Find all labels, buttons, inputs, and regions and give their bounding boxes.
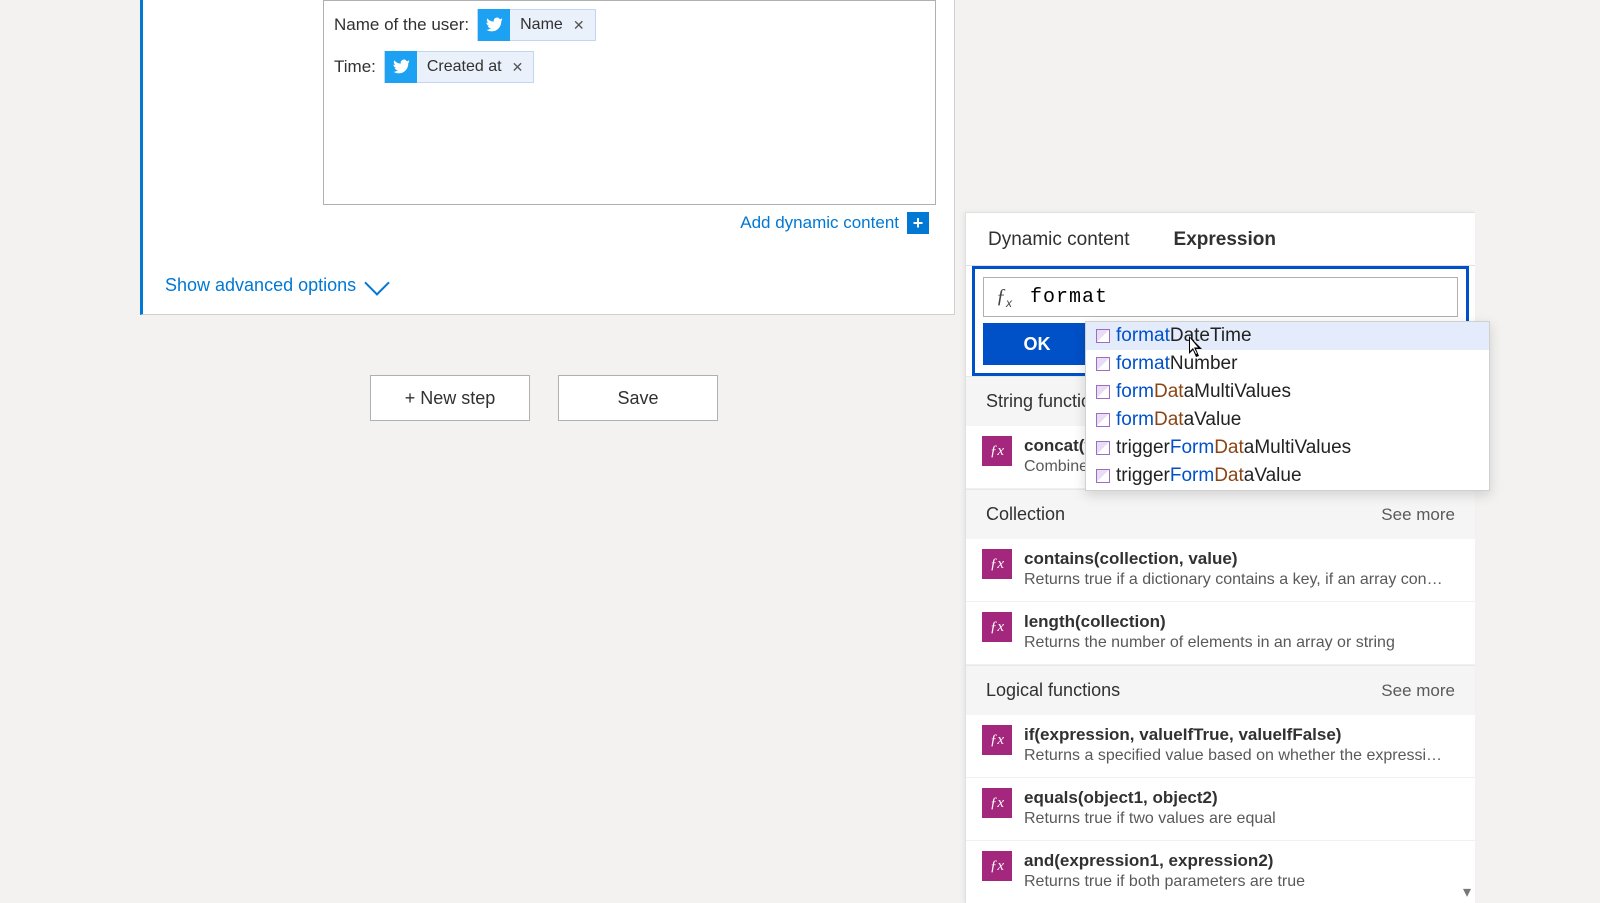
token-created-at[interactable]: Created at ✕ xyxy=(384,51,534,83)
show-advanced-options[interactable]: Show advanced options xyxy=(165,275,954,296)
ac-triggerformdatamultivalues[interactable]: triggerFormDataMultiValues xyxy=(1086,434,1489,462)
panel-tabs: Dynamic content Expression xyxy=(966,213,1475,266)
save-button[interactable]: Save xyxy=(558,375,718,421)
field-name-row: Name of the user: Name ✕ xyxy=(334,9,925,41)
token-label: Created at xyxy=(427,58,502,76)
expression-input[interactable] xyxy=(1024,286,1457,309)
expression-panel: Dynamic content Expression ƒx OK String … xyxy=(965,212,1475,903)
ac-triggerformdatavalue[interactable]: triggerFormDataValue xyxy=(1086,462,1489,490)
cube-icon xyxy=(1096,385,1110,399)
cube-icon xyxy=(1096,357,1110,371)
cube-icon xyxy=(1096,469,1110,483)
expression-autocomplete: formatDateTime formatNumber formDataMult… xyxy=(1085,321,1490,491)
twitter-icon xyxy=(478,9,510,41)
chevron-down-icon xyxy=(364,270,389,295)
ac-formatnumber[interactable]: formatNumber xyxy=(1086,350,1489,378)
name-label: Name of the user: xyxy=(334,15,469,35)
section-logical-functions: Logical functions See more xyxy=(966,665,1475,715)
ok-button[interactable]: OK xyxy=(983,323,1091,365)
fx-icon: ƒx xyxy=(982,549,1012,579)
fx-icon: ƒx xyxy=(984,285,1024,310)
token-name[interactable]: Name ✕ xyxy=(477,9,595,41)
cube-icon xyxy=(1096,329,1110,343)
field-time-row: Time: Created at ✕ xyxy=(334,51,925,83)
fx-icon: ƒx xyxy=(982,788,1012,818)
fx-icon: ƒx xyxy=(982,725,1012,755)
twitter-icon xyxy=(385,51,417,83)
scrollbar-down-icon[interactable]: ▾ xyxy=(1460,885,1474,899)
fn-contains[interactable]: ƒx contains(collection, value) Returns t… xyxy=(966,539,1475,602)
expression-input-wrap[interactable]: ƒx xyxy=(983,277,1458,317)
plus-icon: + xyxy=(907,212,929,234)
cube-icon xyxy=(1096,413,1110,427)
action-card: Name of the user: Name ✕ Time: Created a… xyxy=(140,0,955,315)
see-more-collection[interactable]: See more xyxy=(1381,505,1455,525)
time-label: Time: xyxy=(334,57,376,77)
ac-formdatamultivalues[interactable]: formDataMultiValues xyxy=(1086,378,1489,406)
fn-length[interactable]: ƒx length(collection) Returns the number… xyxy=(966,602,1475,665)
fx-icon: ƒx xyxy=(982,612,1012,642)
fx-icon: ƒx xyxy=(982,851,1012,881)
ac-formdatavalue[interactable]: formDataValue xyxy=(1086,406,1489,434)
token-remove-icon[interactable]: ✕ xyxy=(512,59,524,76)
step-buttons: + New step Save xyxy=(370,375,718,421)
token-label: Name xyxy=(520,16,563,34)
fn-equals[interactable]: ƒx equals(object1, object2) Returns true… xyxy=(966,778,1475,841)
section-collection: Collection See more xyxy=(966,489,1475,539)
see-more-logical[interactable]: See more xyxy=(1381,681,1455,701)
cube-icon xyxy=(1096,441,1110,455)
tab-dynamic-content[interactable]: Dynamic content xyxy=(966,213,1152,265)
fx-icon: ƒx xyxy=(982,436,1012,466)
fn-and[interactable]: ƒx and(expression1, expression2) Returns… xyxy=(966,841,1475,903)
message-body[interactable]: Name of the user: Name ✕ Time: Created a… xyxy=(323,0,936,205)
new-step-button[interactable]: + New step xyxy=(370,375,530,421)
ac-formatdatetime[interactable]: formatDateTime xyxy=(1086,322,1489,350)
fn-if[interactable]: ƒx if(expression, valueIfTrue, valueIfFa… xyxy=(966,715,1475,778)
add-dynamic-content-link[interactable]: Add dynamic content + xyxy=(740,212,929,234)
token-remove-icon[interactable]: ✕ xyxy=(573,17,585,34)
tab-expression[interactable]: Expression xyxy=(1152,213,1298,265)
